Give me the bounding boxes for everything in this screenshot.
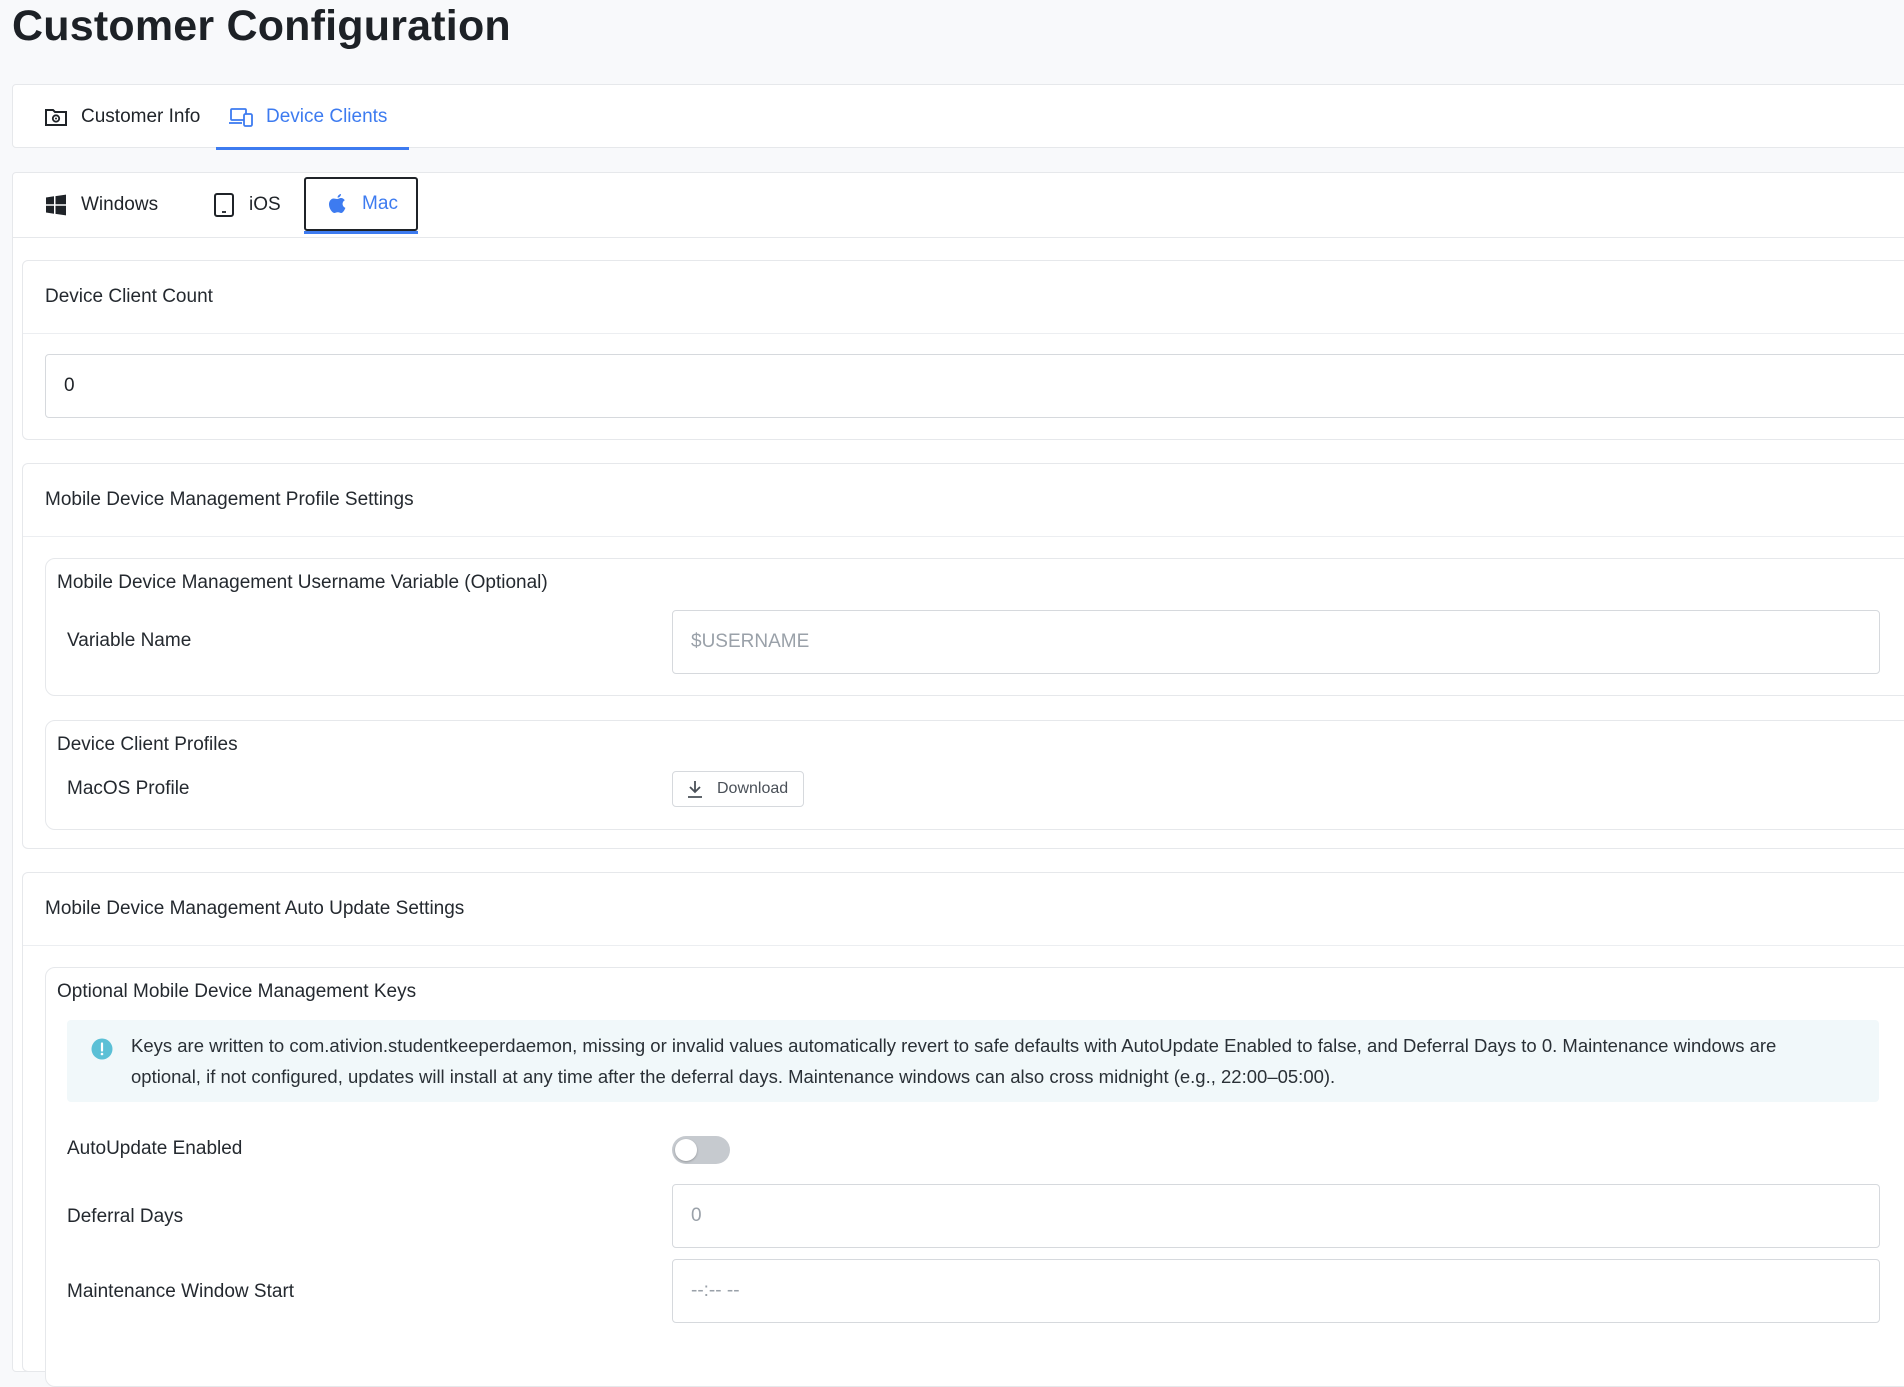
download-label: Download bbox=[717, 780, 789, 797]
folder-gear-icon bbox=[43, 104, 69, 130]
tab-customer-info[interactable]: Customer Info bbox=[43, 85, 200, 149]
download-button[interactable]: Download bbox=[672, 771, 804, 807]
tab-label: iOS bbox=[249, 194, 281, 215]
group-title: Optional Mobile Device Management Keys bbox=[57, 981, 417, 1002]
page-title: Customer Configuration bbox=[12, 2, 511, 50]
tab-label: Customer Info bbox=[81, 106, 201, 127]
tablet-icon bbox=[211, 192, 237, 218]
deferral-days-input[interactable]: 0 bbox=[672, 1184, 1880, 1248]
platform-tabs: Windows iOS Mac bbox=[13, 173, 1904, 238]
info-icon bbox=[91, 1038, 113, 1060]
mdm-profile-section: Mobile Device Management Profile Setting… bbox=[22, 463, 1904, 849]
tab-mac[interactable]: Mac bbox=[304, 177, 418, 234]
tab-device-clients[interactable]: Device Clients bbox=[215, 85, 410, 150]
section-title: Device Client Count bbox=[23, 261, 1904, 334]
variable-name-input[interactable]: $USERNAME bbox=[672, 610, 1880, 674]
top-tabs: Customer Info Device Clients bbox=[12, 84, 1904, 150]
info-text: Keys are written to com.ativion.studentk… bbox=[131, 1035, 1777, 1087]
windows-icon bbox=[43, 192, 69, 218]
group-title: Mobile Device Management Username Variab… bbox=[57, 572, 548, 593]
window-start-label: Maintenance Window Start bbox=[67, 1281, 295, 1302]
section-title: Mobile Device Management Auto Update Set… bbox=[23, 873, 1904, 946]
deferral-days-label: Deferral Days bbox=[67, 1206, 184, 1227]
window-start-input[interactable]: --:-- -- bbox=[672, 1259, 1880, 1323]
username-variable-group: Mobile Device Management Username Variab… bbox=[45, 558, 1904, 696]
tab-ios[interactable]: iOS bbox=[211, 173, 281, 237]
auto-update-section: Mobile Device Management Auto Update Set… bbox=[22, 872, 1904, 1387]
tab-label: Windows bbox=[81, 194, 159, 215]
tab-label: Device Clients bbox=[266, 106, 388, 127]
group-title: Device Client Profiles bbox=[57, 734, 238, 755]
mdm-keys-group: Optional Mobile Device Management Keys K… bbox=[45, 967, 1904, 1387]
tab-windows[interactable]: Windows bbox=[43, 173, 158, 237]
devices-icon bbox=[228, 104, 254, 130]
autoupdate-label: AutoUpdate Enabled bbox=[67, 1138, 243, 1159]
client-count-input[interactable]: 0 bbox=[45, 354, 1904, 418]
autoupdate-toggle[interactable] bbox=[672, 1136, 730, 1164]
macos-profile-label: MacOS Profile bbox=[67, 778, 190, 799]
section-title: Mobile Device Management Profile Setting… bbox=[23, 464, 1904, 537]
apple-icon bbox=[324, 191, 350, 217]
client-count-section: Device Client Count 0 bbox=[22, 260, 1904, 440]
download-icon bbox=[685, 779, 705, 799]
tab-label: Mac bbox=[362, 193, 398, 214]
variable-name-label: Variable Name bbox=[67, 630, 192, 651]
info-alert: Keys are written to com.ativion.studentk… bbox=[67, 1020, 1879, 1102]
device-client-profiles-group: Device Client Profiles MacOS Profile Dow… bbox=[45, 720, 1904, 830]
